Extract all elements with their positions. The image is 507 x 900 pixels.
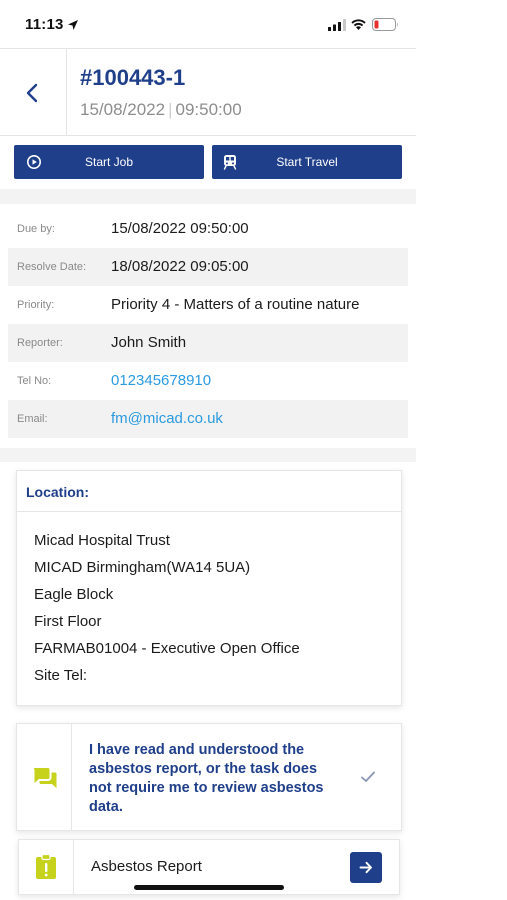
- status-bar: 11:13: [0, 0, 416, 48]
- train-icon: [223, 155, 237, 170]
- detail-row-priority: Priority: Priority 4 - Matters of a rout…: [8, 286, 408, 324]
- report-icon-area: [19, 840, 74, 894]
- location-title: Location:: [26, 484, 89, 500]
- start-travel-button[interactable]: Start Travel: [212, 145, 402, 179]
- job-datetime: 15/08/2022 | 09:50:00: [80, 100, 242, 120]
- chat-bubbles-icon: [33, 768, 57, 788]
- start-job-button[interactable]: Start Job: [14, 145, 204, 179]
- play-circle-icon: [27, 155, 41, 169]
- datetime-separator: |: [168, 100, 173, 119]
- detail-value: John Smith: [111, 334, 187, 351]
- action-bar: Start Job Start Travel: [0, 137, 416, 189]
- wifi-icon: [351, 19, 366, 30]
- clipboard-alert-icon: [36, 854, 56, 879]
- detail-row-tel-no: Tel No: 012345678910: [8, 362, 408, 400]
- detail-label: Reporter:: [17, 337, 63, 349]
- asbestos-acknowledge-text: I have read and understood the asbestos …: [89, 742, 324, 815]
- detail-label: Tel No:: [17, 375, 52, 387]
- start-travel-label: Start Travel: [276, 155, 338, 169]
- detail-label: Due by:: [17, 223, 55, 235]
- detail-value: 18/08/2022 09:05:00: [111, 258, 249, 275]
- job-date: 15/08/2022: [80, 100, 166, 119]
- email-link[interactable]: fm@micad.co.uk: [111, 410, 223, 427]
- ack-icon-area: [17, 724, 72, 830]
- detail-value: Priority 4 - Matters of a routine nature: [111, 296, 360, 313]
- location-line: Eagle Block: [34, 586, 114, 603]
- phone-link[interactable]: 012345678910: [111, 372, 211, 389]
- detail-label: Email:: [17, 413, 48, 425]
- back-button[interactable]: [0, 49, 67, 135]
- start-job-label: Start Job: [84, 155, 134, 169]
- detail-row-reporter: Reporter: John Smith: [8, 324, 408, 362]
- detail-row-email: Email: fm@micad.co.uk: [8, 400, 408, 438]
- location-line: MICAD Birmingham(WA14 5UA): [34, 559, 251, 576]
- section-divider: [0, 448, 416, 462]
- job-header: #100443-1 15/08/2022 | 09:50:00: [0, 48, 416, 136]
- location-line: Micad Hospital Trust: [34, 532, 170, 549]
- asbestos-acknowledge-card[interactable]: I have read and understood the asbestos …: [16, 723, 402, 831]
- asbestos-report-label: Asbestos Report: [91, 858, 202, 875]
- detail-row-resolve-date: Resolve Date: 18/08/2022 09:05:00: [8, 248, 408, 286]
- location-line: Site Tel:: [34, 667, 88, 684]
- job-details: Due by: 15/08/2022 09:50:00 Resolve Date…: [8, 210, 408, 438]
- detail-label: Resolve Date:: [17, 261, 87, 273]
- arrow-right-icon: [359, 861, 372, 874]
- check-icon[interactable]: [360, 770, 376, 784]
- location-line: FARMAB01004 - Executive Open Office: [34, 640, 300, 657]
- location-arrow-icon: [68, 20, 78, 30]
- detail-row-due-by: Due by: 15/08/2022 09:50:00: [8, 210, 408, 248]
- location-card: Location: Micad Hospital Trust MICAD Bir…: [16, 470, 402, 706]
- battery-icon: [372, 18, 398, 31]
- location-address: Micad Hospital Trust MICAD Birmingham(WA…: [34, 532, 300, 694]
- section-divider: [0, 189, 416, 204]
- job-number: #100443-1: [80, 65, 186, 90]
- home-indicator[interactable]: [134, 885, 284, 890]
- job-detail-screen: 11:13 #100443-1 15/08/2022 | 09:50:00 St…: [0, 0, 416, 900]
- open-asbestos-report-button[interactable]: [350, 852, 382, 883]
- detail-label: Priority:: [17, 299, 55, 311]
- divider: [17, 511, 401, 512]
- detail-value: 15/08/2022 09:50:00: [111, 220, 249, 237]
- chevron-left-icon: [26, 83, 38, 103]
- job-time: 09:50:00: [175, 100, 242, 119]
- signal-icon: [328, 19, 346, 31]
- location-line: First Floor: [34, 613, 102, 630]
- status-time: 11:13: [25, 16, 64, 33]
